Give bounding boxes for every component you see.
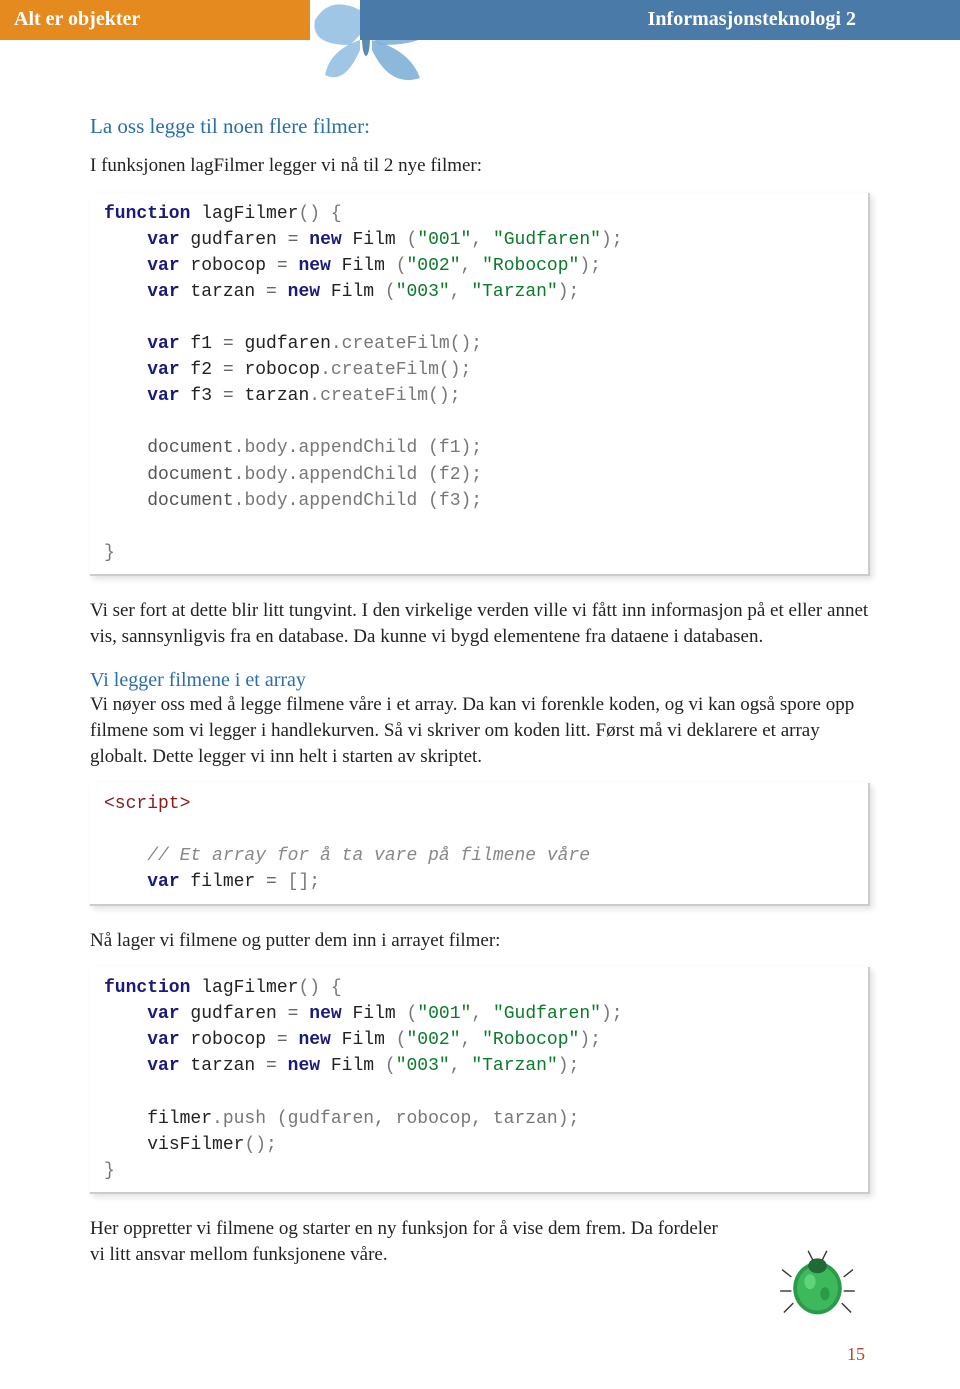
header-right-title: Informasjonsteknologi 2 [490, 0, 870, 40]
page-content: La oss legge til noen flere filmer: I fu… [0, 54, 960, 1267]
page-number: 15 [847, 1344, 865, 1365]
header-left-title: Alt er objekter [0, 0, 310, 40]
section2-body: Vi nøyer oss med å legge filmene våre i … [90, 692, 870, 769]
section1-intro: I funksjonen lagFilmer legger vi nå til … [90, 153, 870, 179]
section2-heading: Vi legger filmene i et array [90, 669, 870, 692]
paragraph-2: Nå lager vi filmene og putter dem inn i … [90, 928, 870, 954]
code-block-3: function lagFilmer() { var gudfaren = ne… [90, 967, 870, 1194]
paragraph-1: Vi ser fort at dette blir litt tungvint.… [90, 598, 870, 649]
section1-heading: La oss legge til noen flere filmer: [90, 114, 870, 139]
paragraph-3: Her oppretter vi filmene og starter en n… [90, 1216, 730, 1267]
code-block-2: <script> // Et array for å ta vare på fi… [90, 783, 870, 905]
page-header: Alt er objekter Informasjonsteknologi 2 [0, 0, 960, 54]
code-block-1: function lagFilmer() { var gudfaren = ne… [90, 193, 870, 576]
